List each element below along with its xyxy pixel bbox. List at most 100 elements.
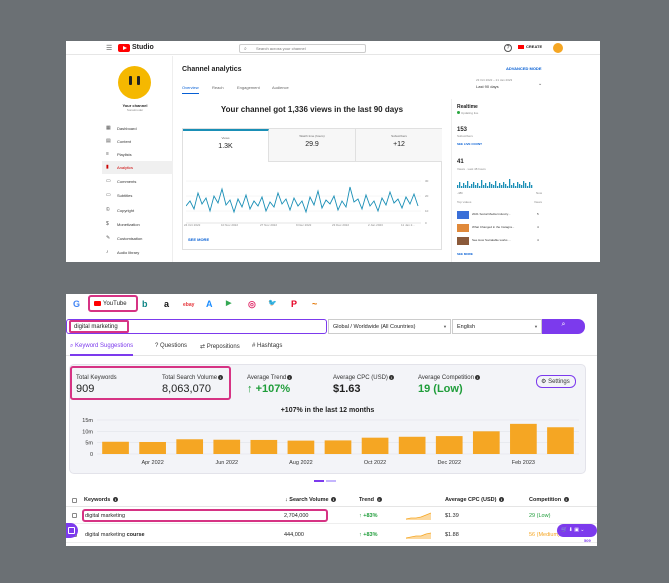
tab-hashtags[interactable]: # Hashtags xyxy=(252,343,282,353)
bar-mar-2023[interactable] xyxy=(547,427,574,454)
page-dot[interactable] xyxy=(314,480,324,482)
date-range-select[interactable]: Last 90 days xyxy=(476,84,499,89)
info-icon[interactable]: i xyxy=(376,497,382,502)
tab-overview[interactable]: Overview xyxy=(182,85,199,94)
nav-dashboard[interactable]: ▦ Dashboard xyxy=(102,122,173,135)
nav-subtitles[interactable]: ▭ Subtitles xyxy=(102,189,173,202)
help-icon[interactable]: ? xyxy=(504,44,512,52)
youtube-engine-tab[interactable]: YouTube xyxy=(88,295,138,312)
top-video-item[interactable]: See How Socialable works ... 4 xyxy=(457,237,547,245)
keyword-cell: digital marketing course xyxy=(85,532,145,538)
metric-value: 29.9 xyxy=(305,141,319,148)
amazon-icon[interactable]: a xyxy=(164,299,169,309)
tab-questions[interactable]: ? Questions xyxy=(155,343,187,353)
instagram-icon[interactable]: ◎ xyxy=(248,299,256,310)
col-trend[interactable]: Trend i xyxy=(359,497,382,503)
menu-icon[interactable]: ☰ xyxy=(106,44,112,52)
nav-comments[interactable]: ▭ Comments xyxy=(102,175,173,188)
x-tick: 24 Oct 2022 xyxy=(184,223,201,227)
bar-jul-2022[interactable] xyxy=(250,439,278,454)
chevron-down-icon[interactable]: ⌄ xyxy=(538,81,542,87)
google-icon[interactable]: G xyxy=(73,299,80,309)
info-icon[interactable]: i xyxy=(331,497,337,502)
search-button[interactable]: ⌕ xyxy=(542,319,585,334)
realtime-see-more-link[interactable]: SEE MORE xyxy=(457,252,473,256)
keyword-search-input[interactable]: digital marketing xyxy=(69,320,129,333)
nav-copyright[interactable]: © Copyright xyxy=(102,204,173,217)
bar-dec-2022[interactable] xyxy=(435,436,463,454)
nav-audio-library[interactable]: ♪ Audio library xyxy=(102,246,173,259)
copyright-icon: © xyxy=(106,207,110,213)
trends-icon[interactable]: ~ xyxy=(312,299,317,309)
pinterest-icon[interactable]: P xyxy=(291,299,297,309)
youtube-studio-panel: ☰ Studio ⌕ Search across your channel ? … xyxy=(66,41,600,262)
metric-views[interactable]: Views 1.3K xyxy=(183,129,269,162)
metric-label: Views xyxy=(221,136,230,140)
y-tick: 10 xyxy=(425,209,429,213)
nav-customisation[interactable]: ✎ Customisation xyxy=(102,232,173,245)
bing-icon[interactable]: b xyxy=(142,299,148,309)
table-row[interactable]: digital marketing course 444,000 ↑ +83% … xyxy=(66,527,597,543)
bar-mar-2022[interactable] xyxy=(102,441,129,454)
info-icon[interactable]: i xyxy=(287,375,293,380)
tab-engagement[interactable]: Engagement xyxy=(237,85,260,93)
col-competition[interactable]: Competition i xyxy=(529,497,569,503)
bar-nov-2022[interactable] xyxy=(398,436,426,454)
chart-pagination[interactable] xyxy=(314,469,338,487)
ebay-icon[interactable]: ebay xyxy=(183,302,194,308)
realtime-title: Realtime xyxy=(457,104,478,110)
bar-apr-2022[interactable] xyxy=(139,441,166,454)
top-video-item[interactable]: What Changed in the Instagra... 4 xyxy=(457,224,547,232)
appstore-icon[interactable]: A xyxy=(206,299,213,309)
metric-watch-time[interactable]: Watch time (hours) 29.9 xyxy=(269,129,356,162)
bar-sep-2022[interactable] xyxy=(324,440,352,454)
see-more-link[interactable]: SEE MORE xyxy=(188,237,209,242)
bar-jan-2023[interactable] xyxy=(472,431,500,454)
bar-feb-2023[interactable] xyxy=(510,423,537,454)
bar-may-2022[interactable] xyxy=(176,439,204,454)
advanced-mode-button[interactable]: ADVANCED MODE xyxy=(506,66,541,71)
info-icon[interactable]: i xyxy=(218,375,224,380)
studio-app-name: Studio xyxy=(132,44,154,51)
page-dot[interactable] xyxy=(326,480,336,482)
metric-subscribers[interactable]: Subscribers +12 xyxy=(356,129,442,162)
tab-prepositions[interactable]: ⇄ Prepositions xyxy=(200,343,240,354)
studio-search-input[interactable]: ⌕ Search across your channel xyxy=(239,44,366,53)
top-video-item[interactable]: 2021 Social Media Industry... 5 xyxy=(457,211,547,219)
account-avatar[interactable] xyxy=(553,43,563,53)
info-icon[interactable]: i xyxy=(474,375,480,380)
info-icon[interactable]: i xyxy=(112,497,118,502)
info-icon[interactable]: i xyxy=(498,497,504,502)
see-live-count-link[interactable]: SEE LIVE COUNT xyxy=(457,142,482,146)
location-select[interactable]: Global / Worldwide (All Countries) ▼ xyxy=(328,319,451,334)
col-search-volume[interactable]: ↓ Search Volume i xyxy=(285,497,337,503)
bar-jun-2022[interactable] xyxy=(213,439,241,454)
realtime-axis-right: Now xyxy=(536,191,543,195)
tab-keyword-suggestions[interactable]: ⌕ Keyword Suggestions xyxy=(70,343,134,356)
tab-audience[interactable]: Audience xyxy=(272,85,289,93)
nav-monetization[interactable]: $ Monetization xyxy=(102,218,173,231)
info-icon[interactable]: i xyxy=(563,497,569,502)
bar-oct-2022[interactable] xyxy=(361,437,389,454)
tab-reach[interactable]: Reach xyxy=(212,85,224,93)
x-tick-label: Apr 2022 xyxy=(141,460,163,466)
info-icon[interactable]: i xyxy=(388,375,394,380)
export-cart-button[interactable]: 🛒 ⬇ ▣ ⌄ xyxy=(557,524,597,537)
cpc-cell: $1.88 xyxy=(445,532,459,538)
nav-content[interactable]: ▤ Content xyxy=(102,135,173,148)
settings-button[interactable]: ⚙ Settings xyxy=(536,375,576,388)
bar-aug-2022[interactable] xyxy=(287,440,315,454)
col-keywords[interactable]: Keywords i xyxy=(84,497,118,503)
create-button[interactable]: CREATE xyxy=(518,44,542,49)
youtube-logo-icon[interactable] xyxy=(118,44,130,52)
play-store-icon[interactable]: ▶ xyxy=(226,299,231,307)
language-select[interactable]: English ▼ xyxy=(452,319,542,334)
twitter-icon[interactable]: 🐦 xyxy=(268,299,277,307)
row-checkbox[interactable] xyxy=(72,513,77,518)
realtime-bar-chart xyxy=(457,179,533,188)
nav-analytics[interactable]: ▮ Analytics xyxy=(102,161,173,174)
select-all-checkbox[interactable] xyxy=(72,498,77,503)
nav-playlists[interactable]: ≡ Playlists xyxy=(102,148,173,161)
col-cpc[interactable]: Average CPC (USD) i xyxy=(445,497,504,503)
channel-avatar[interactable] xyxy=(118,66,151,99)
